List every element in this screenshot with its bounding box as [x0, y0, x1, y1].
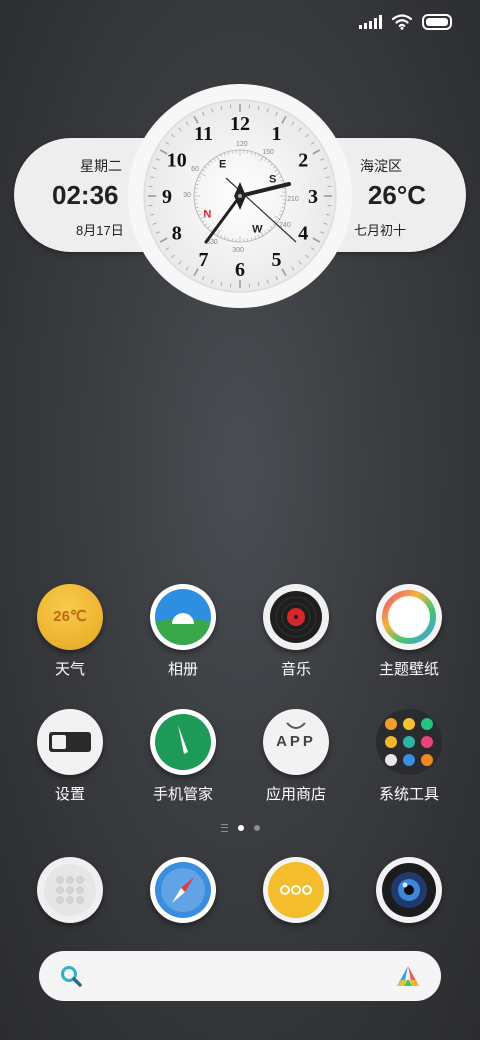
app-store[interactable]: APP 应用商店 [246, 709, 346, 804]
browser-compass-icon [150, 857, 216, 923]
app-settings[interactable]: 设置 [20, 709, 120, 804]
app-gallery[interactable]: 相册 [133, 584, 233, 679]
music-icon [263, 584, 329, 650]
app-themes[interactable]: 主题壁纸 [359, 584, 459, 679]
clock-number: 6 [235, 259, 245, 281]
status-bar [359, 10, 452, 34]
security-icon [150, 709, 216, 775]
wifi-icon [392, 14, 412, 30]
app-weather[interactable]: 26℃ 天气 [20, 584, 120, 679]
weather-icon: 26℃ [37, 584, 103, 650]
app-label: 天气 [54, 661, 85, 678]
temperature: 26°C [367, 180, 426, 210]
compass-degree: 150 [262, 149, 274, 156]
digital-time: 02:36 [52, 180, 119, 210]
clock-number: 2 [298, 150, 308, 172]
analog-clock[interactable]: 12 1 2 3 4 5 6 7 8 9 10 11 N E S W 30 60 120 150 210 240 300 3… [126, 82, 354, 310]
clock-number: 8 [172, 223, 182, 245]
messages-icon [263, 857, 329, 923]
app-store-badge: APP [276, 733, 316, 750]
cellular-signal-icon [359, 15, 382, 29]
app-store-icon: APP [263, 709, 329, 775]
compass-degree: 120 [236, 141, 248, 148]
clock-number: 1 [272, 123, 282, 145]
compass-letter: N [203, 208, 211, 220]
assistant-icon[interactable] [395, 964, 421, 988]
menu-icon[interactable] [220, 824, 228, 832]
clock-number: 9 [162, 186, 172, 208]
app-label: 系统工具 [378, 786, 439, 803]
dock-browser[interactable] [133, 857, 233, 923]
app-label: 设置 [54, 786, 85, 803]
dock-phone[interactable] [20, 857, 120, 923]
clock-number: 10 [167, 150, 187, 172]
compass-letter: E [219, 158, 226, 170]
dock-camera[interactable] [359, 857, 459, 923]
folder-system-tools[interactable]: 系统工具 [359, 709, 459, 804]
camera-icon [376, 857, 442, 923]
page-dot-current[interactable] [237, 825, 244, 831]
clock-number: 5 [272, 249, 282, 271]
app-music[interactable]: 音乐 [246, 584, 346, 679]
app-label: 相册 [167, 661, 198, 678]
page-dot[interactable] [253, 825, 260, 831]
clock-number: 11 [194, 123, 213, 145]
search-bar[interactable] [39, 951, 441, 1001]
weather-temp-badge: 26℃ [53, 608, 87, 625]
lunar-date: 七月初十 [353, 223, 406, 238]
gallery-icon [150, 584, 216, 650]
compass-degree: 300 [232, 247, 244, 254]
phone-dialer-icon [37, 857, 103, 923]
day-of-week: 星期二 [80, 158, 122, 174]
system-tools-folder-icon [376, 709, 442, 775]
app-label: 主题壁纸 [378, 661, 439, 678]
settings-icon [37, 709, 103, 775]
app-label: 手机管家 [152, 786, 213, 803]
app-label: 应用商店 [265, 786, 326, 803]
compass-degree: 210 [287, 196, 299, 203]
date: 8月17日 [76, 223, 124, 238]
search-icon[interactable] [59, 964, 83, 988]
app-label: 音乐 [280, 661, 311, 678]
clock-number: 3 [308, 186, 318, 208]
compass-degree: 30 [183, 192, 191, 199]
compass-degree: 60 [191, 166, 199, 173]
district: 海淀区 [360, 158, 402, 174]
page-indicator[interactable] [0, 824, 480, 832]
clock-number: 4 [298, 223, 308, 245]
app-security[interactable]: 手机管家 [133, 709, 233, 804]
dock-messages[interactable] [246, 857, 346, 923]
clock-number: 12 [230, 113, 250, 135]
clock-number: 7 [199, 249, 209, 271]
themes-icon [376, 584, 442, 650]
battery-icon [422, 14, 452, 30]
